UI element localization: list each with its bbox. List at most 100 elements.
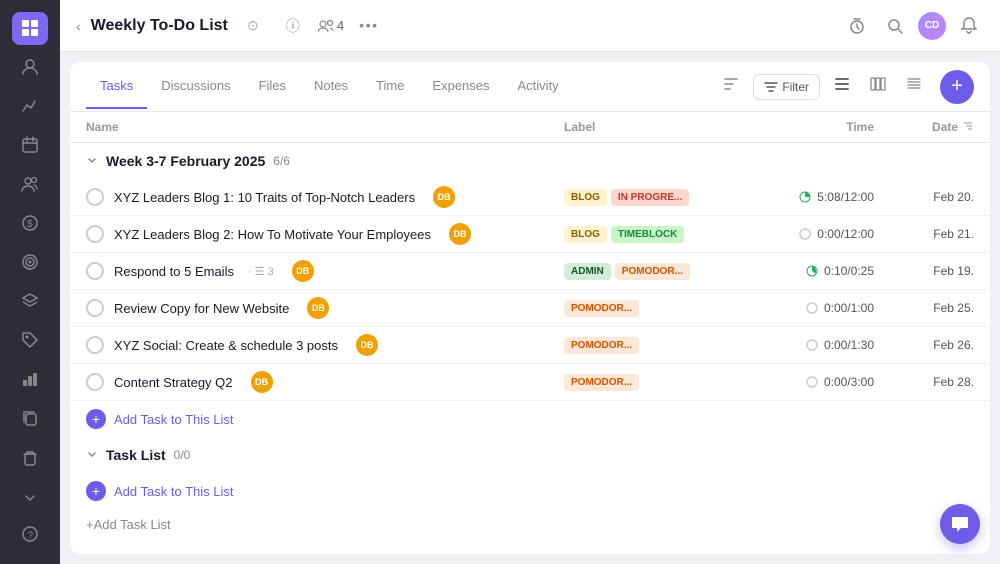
label-blog[interactable]: BLOG	[564, 189, 607, 206]
add-task-row-1[interactable]: + Add Task to This List	[70, 401, 990, 437]
view-density-button[interactable]	[900, 73, 928, 100]
task-checkbox[interactable]	[86, 262, 104, 280]
add-task-icon: +	[86, 481, 106, 501]
task-checkbox[interactable]	[86, 188, 104, 206]
task-name: XYZ Leaders Blog 2: How To Motivate Your…	[114, 227, 431, 242]
search-icon[interactable]	[880, 11, 910, 41]
group-header-week: Week 3-7 February 2025 6/6	[70, 143, 990, 179]
add-task-button[interactable]: +	[940, 70, 974, 104]
group-count: 0/0	[174, 448, 191, 462]
tab-time[interactable]: Time	[362, 64, 418, 109]
sidebar-icon-dollar[interactable]: $	[12, 207, 48, 240]
time-value: 0:00/1:00	[824, 301, 874, 315]
time-cell: 0:10/0:25	[744, 264, 874, 278]
task-avatar: DB	[449, 223, 471, 245]
label-cell: BLOG TIMEBLOCK	[564, 226, 744, 243]
label-status[interactable]: IN PROGRE...	[611, 189, 689, 206]
more-icon[interactable]: •••	[354, 11, 384, 41]
date-cell: Feb 20.	[874, 190, 974, 204]
sidebar-icon-trash[interactable]	[12, 440, 48, 476]
task-checkbox[interactable]	[86, 336, 104, 354]
time-value: 0:00/3:00	[824, 375, 874, 389]
tab-notes[interactable]: Notes	[300, 64, 362, 109]
date-cell: Feb 21.	[874, 227, 974, 241]
sidebar-icon-chart[interactable]	[12, 90, 48, 123]
sidebar-icon-collapse[interactable]	[12, 480, 48, 516]
view-list-button[interactable]	[828, 73, 856, 100]
label-cell: ADMIN POMODOR...	[564, 263, 744, 280]
task-name: Content Strategy Q2	[114, 375, 233, 390]
bell-icon[interactable]	[954, 11, 984, 41]
task-avatar: DB	[292, 260, 314, 282]
main-area: ‹ Weekly To-Do List ⊙ ⓘ 4 ••• CD	[60, 0, 1000, 564]
sidebar-icon-bar-chart[interactable]	[12, 362, 48, 395]
info-icon[interactable]: ⓘ	[278, 11, 308, 41]
tab-expenses[interactable]: Expenses	[418, 64, 503, 109]
add-task-label: Add Task to This List	[114, 412, 233, 427]
chat-bubble-button[interactable]	[940, 504, 980, 544]
sidebar-icon-help[interactable]: ?	[12, 516, 48, 552]
avatar[interactable]: CD	[918, 12, 946, 40]
back-button[interactable]: ‹	[76, 18, 81, 34]
sidebar-icon-user[interactable]	[12, 51, 48, 84]
label-status[interactable]: POMODOR...	[564, 374, 639, 391]
group-count: 6/6	[273, 154, 290, 168]
task-name: XYZ Social: Create & schedule 3 posts	[114, 338, 338, 353]
svg-text:$: $	[27, 219, 33, 230]
tab-files[interactable]: Files	[245, 64, 300, 109]
topbar-actions: CD	[842, 11, 984, 41]
group-title: Task List	[106, 447, 166, 463]
label-status[interactable]: TIMEBLOCK	[611, 226, 684, 243]
time-cell: 5:08/12:00	[744, 190, 874, 204]
tab-discussions[interactable]: Discussions	[147, 64, 244, 109]
sidebar-icon-target[interactable]	[12, 245, 48, 278]
task-name: Respond to 5 Emails	[114, 264, 234, 279]
table-row: XYZ Social: Create & schedule 3 posts DB…	[70, 327, 990, 364]
task-checkbox[interactable]	[86, 373, 104, 391]
tab-tasks[interactable]: Tasks	[86, 64, 147, 109]
table-row: XYZ Leaders Blog 2: How To Motivate Your…	[70, 216, 990, 253]
time-cell: 0:00/1:00	[744, 301, 874, 315]
sidebar-icon-grid[interactable]	[12, 12, 48, 45]
status-icon[interactable]: ⊙	[238, 11, 268, 41]
sidebar-icon-tag[interactable]	[12, 323, 48, 356]
table-header: Name Label Time Date	[70, 112, 990, 143]
date-cell: Feb 26.	[874, 338, 974, 352]
label-cell: BLOG IN PROGRE...	[564, 189, 744, 206]
task-avatar: DB	[356, 334, 378, 356]
label-status[interactable]: POMODOR...	[564, 337, 639, 354]
member-count[interactable]: 4	[318, 18, 344, 33]
svg-text:?: ?	[28, 531, 34, 542]
add-task-list-button[interactable]: +Add Task List	[70, 509, 990, 540]
timer-icon[interactable]	[842, 11, 872, 41]
label-status[interactable]: POMODOR...	[615, 263, 690, 280]
sidebar-icon-layers[interactable]	[12, 284, 48, 317]
table-row: Content Strategy Q2 DB POMODOR... 0:00/3…	[70, 364, 990, 401]
date-cell: Feb 19.	[874, 264, 974, 278]
label-admin[interactable]: ADMIN	[564, 263, 611, 280]
sidebar-icon-people[interactable]	[12, 168, 48, 201]
time-value: 5:08/12:00	[817, 190, 874, 204]
task-checkbox[interactable]	[86, 299, 104, 317]
label-status[interactable]: POMODOR...	[564, 300, 639, 317]
tab-activity[interactable]: Activity	[504, 64, 573, 109]
task-subtask: · ☰ 3	[248, 265, 274, 278]
add-task-row-2[interactable]: + Add Task to This List	[70, 473, 990, 509]
time-cell: 0:00/3:00	[744, 375, 874, 389]
task-avatar: DB	[307, 297, 329, 319]
sidebar-icon-calendar[interactable]	[12, 129, 48, 162]
sidebar-icon-copy[interactable]	[12, 401, 48, 434]
sort-button[interactable]	[717, 73, 745, 100]
time-value: 0:00/12:00	[817, 227, 874, 241]
filter-button[interactable]: Filter	[753, 74, 820, 100]
header-label: Label	[564, 120, 744, 134]
table-row: Review Copy for New Website DB POMODOR..…	[70, 290, 990, 327]
label-blog[interactable]: BLOG	[564, 226, 607, 243]
date-cell: Feb 25.	[874, 301, 974, 315]
task-checkbox[interactable]	[86, 225, 104, 243]
group-title: Week 3-7 February 2025	[106, 153, 265, 169]
content-card: Tasks Discussions Files Notes Time Expen…	[70, 62, 990, 554]
time-cell: 0:00/1:30	[744, 338, 874, 352]
view-column-button[interactable]	[864, 73, 892, 100]
time-cell: 0:00/12:00	[744, 227, 874, 241]
